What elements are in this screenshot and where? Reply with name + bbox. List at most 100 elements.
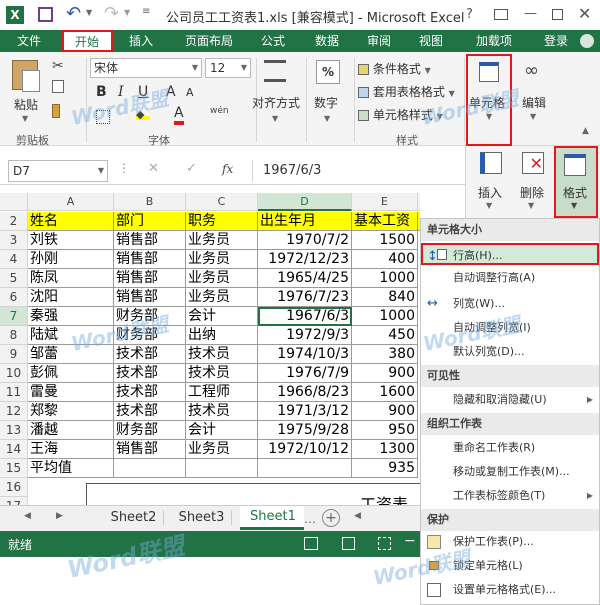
cell[interactable]: 部门 — [114, 212, 186, 231]
sheet-tab-active[interactable]: Sheet1 — [240, 506, 304, 530]
cell[interactable]: 平均值 — [28, 459, 114, 478]
column-header[interactable]: B — [114, 193, 186, 211]
minimize-icon[interactable]: — — [524, 6, 537, 21]
zoom-out-icon[interactable]: − — [404, 533, 416, 549]
column-header[interactable]: C — [186, 193, 258, 211]
customize-qat-icon[interactable]: ≡ — [142, 6, 150, 17]
tab-file[interactable]: 文件 — [0, 30, 58, 52]
spreadsheet-grid[interactable]: ABCDEF2姓名部门职务出生年月基本工资将金3刘铁销售部业务员1970/7/2… — [0, 193, 420, 505]
row-header[interactable]: 5 — [0, 269, 28, 288]
alignment-dropdown-icon[interactable]: ▼ — [272, 114, 278, 123]
cell[interactable]: 工程师 — [186, 383, 258, 402]
cut-icon[interactable]: ✂ — [52, 58, 64, 74]
delete-dropdown-icon[interactable]: ▼ — [528, 201, 534, 210]
font-name-select[interactable]: 宋体 ▼ — [90, 58, 202, 78]
cell[interactable]: 935 — [352, 459, 418, 478]
cell[interactable]: 1972/12/23 — [258, 250, 352, 269]
cell[interactable]: 业务员 — [186, 250, 258, 269]
italic-button[interactable]: I — [118, 84, 124, 100]
help-icon[interactable]: ? — [466, 7, 473, 22]
cell[interactable]: 会计 — [186, 307, 258, 326]
row-header[interactable]: 16 — [0, 478, 28, 497]
row-header[interactable]: 12 — [0, 402, 28, 421]
save-icon[interactable] — [38, 7, 53, 22]
cell[interactable]: 姓名 — [28, 212, 114, 231]
insert-cells-button[interactable]: 插入 — [478, 184, 502, 201]
sign-in-link[interactable]: 登录 — [536, 30, 576, 52]
cell[interactable]: 900 — [352, 364, 418, 383]
menu-item-row-height[interactable]: ↕ 行高(H)... — [421, 243, 599, 265]
align-icon[interactable] — [264, 60, 286, 82]
ribbon-display-icon[interactable] — [494, 9, 508, 20]
cell[interactable]: 基本工资 — [352, 212, 418, 231]
row-header[interactable]: 14 — [0, 440, 28, 459]
row-header[interactable]: 15 — [0, 459, 28, 478]
cell[interactable]: 销售部 — [114, 269, 186, 288]
row-header[interactable]: 7 — [0, 307, 28, 326]
cell[interactable]: 销售部 — [114, 288, 186, 307]
cell[interactable]: 出纳 — [186, 326, 258, 345]
cell[interactable]: 技术员 — [186, 364, 258, 383]
insert-cells-icon[interactable] — [480, 152, 502, 174]
cell[interactable]: 陆斌 — [28, 326, 114, 345]
cell[interactable] — [258, 459, 352, 478]
menu-item-lock-cell[interactable]: 锁定单元格(L) — [421, 555, 599, 577]
menu-item-rename-sheet[interactable]: 重命名工作表(R) — [421, 437, 599, 459]
cell[interactable]: 刘铁 — [28, 231, 114, 250]
row-header[interactable]: 3 — [0, 231, 28, 250]
cell[interactable]: 1500 — [352, 231, 418, 250]
menu-item-format-cells[interactable]: 设置单元格格式(E)... — [421, 579, 599, 601]
tab-insert[interactable]: 插入 — [118, 30, 164, 52]
menu-item-move-copy-sheet[interactable]: 移动或复制工作表(M)... — [421, 461, 599, 483]
column-header[interactable]: E — [352, 193, 418, 211]
cell[interactable]: 1972/10/12 — [258, 440, 352, 459]
cell[interactable]: 950 — [352, 421, 418, 440]
sheet-prev-icon[interactable]: ◀ — [24, 511, 31, 521]
row-header[interactable]: 6 — [0, 288, 28, 307]
scroll-left-icon[interactable]: ◀ — [354, 511, 361, 521]
page-break-view-icon[interactable] — [378, 537, 391, 550]
format-cells-icon[interactable] — [564, 154, 586, 176]
menu-item-protect-sheet[interactable]: 保护工作表(P)... — [421, 531, 599, 553]
select-all-corner[interactable] — [0, 193, 28, 211]
enter-icon[interactable]: ✓ — [186, 161, 197, 176]
menu-item-column-width[interactable]: ↔ 列宽(W)... — [421, 293, 599, 315]
cell[interactable]: 1000 — [352, 269, 418, 288]
format-as-table-button[interactable]: 套用表格格式 ▼ — [358, 83, 455, 100]
menu-item-tab-color[interactable]: 工作表标签颜色(T) ▶ — [421, 485, 599, 507]
cell[interactable]: 1000 — [352, 307, 418, 326]
user-icon[interactable] — [580, 34, 594, 48]
cell[interactable]: 销售部 — [114, 250, 186, 269]
tab-formulas[interactable]: 公式 — [250, 30, 296, 52]
tab-data[interactable]: 数据 — [304, 30, 350, 52]
paste-button-label[interactable]: 粘贴 — [14, 96, 38, 113]
tab-page-layout[interactable]: 页面布局 — [172, 30, 246, 52]
collapse-ribbon-icon[interactable]: ▲ — [582, 126, 589, 136]
cell[interactable]: 400 — [352, 250, 418, 269]
cell[interactable]: 1972/9/3 — [258, 326, 352, 345]
row-header[interactable]: 17 — [0, 497, 28, 505]
cell-styles-button[interactable]: 单元格样式 ▼ — [358, 106, 443, 123]
cell[interactable]: 1971/3/12 — [258, 402, 352, 421]
number-button[interactable]: 数字 — [314, 94, 338, 111]
insert-dropdown-icon[interactable]: ▼ — [486, 201, 492, 210]
cell[interactable]: 财务部 — [114, 326, 186, 345]
menu-item-autofit-row[interactable]: 自动调整行高(A) — [421, 267, 599, 289]
cell[interactable]: 技术部 — [114, 383, 186, 402]
shrink-font-button[interactable]: A — [186, 86, 194, 99]
row-header[interactable]: 4 — [0, 250, 28, 269]
format-dropdown-icon[interactable]: ▼ — [571, 201, 577, 210]
page-layout-view-icon[interactable] — [342, 537, 355, 550]
number-dropdown-icon[interactable]: ▼ — [324, 114, 330, 123]
cell[interactable]: 沈阳 — [28, 288, 114, 307]
phonetic-icon[interactable]: wén — [210, 106, 229, 116]
editing-button[interactable]: 编辑 — [522, 94, 546, 111]
cells-button[interactable]: 单元格 — [469, 94, 505, 111]
font-color-icon[interactable]: A — [174, 106, 184, 125]
cell[interactable]: 邹蕾 — [28, 345, 114, 364]
cell[interactable]: 450 — [352, 326, 418, 345]
cell[interactable]: 技术员 — [186, 345, 258, 364]
name-box[interactable]: D7 ▼ — [8, 160, 108, 182]
cell[interactable]: 1967/6/3 — [258, 307, 352, 326]
cell[interactable]: 雷曼 — [28, 383, 114, 402]
